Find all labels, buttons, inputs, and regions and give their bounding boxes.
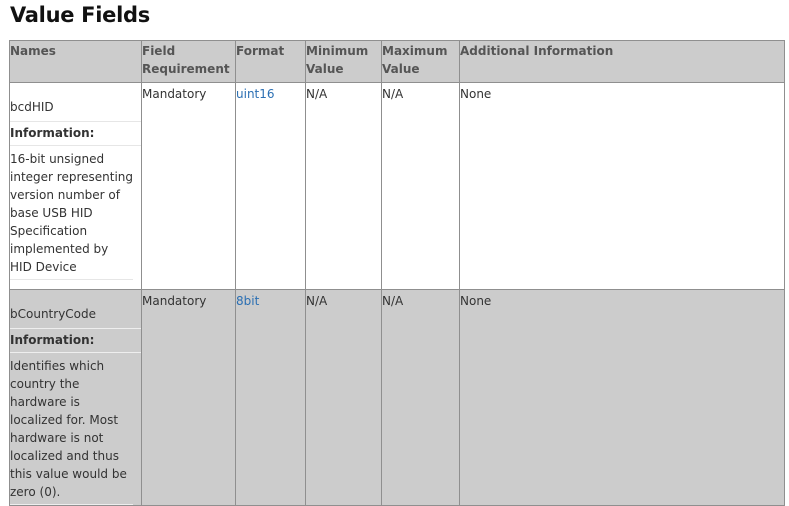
maximum-cell: N/A [381, 289, 460, 506]
value-fields-table: Names Field Requirement Format Minimum V… [9, 40, 785, 506]
table-row: bcdHID Information: 16-bit unsigned inte… [9, 82, 785, 290]
header-maximum-value: Maximum Value [381, 40, 460, 83]
minimum-cell: N/A [305, 289, 382, 506]
page-title: Value Fields [10, 3, 150, 27]
info-label: Information: [10, 328, 141, 353]
additional-cell: None [459, 82, 785, 290]
info-text: 16-bit unsigned integer representing ver… [10, 146, 133, 280]
table-header-row: Names Field Requirement Format Minimum V… [9, 40, 785, 83]
header-minimum-value: Minimum Value [305, 40, 382, 83]
info-text: Identifies which country the hardware is… [10, 353, 133, 505]
format-cell: 8bit [235, 289, 306, 506]
header-format: Format [235, 40, 306, 83]
field-name: bcdHID [10, 100, 54, 114]
header-field-requirement: Field Requirement [141, 40, 236, 83]
name-cell: bCountryCode Information: Identifies whi… [9, 289, 142, 506]
additional-cell: None [459, 289, 785, 506]
format-cell: uint16 [235, 82, 306, 290]
info-label: Information: [10, 121, 141, 146]
header-additional-information: Additional Information [459, 40, 785, 83]
minimum-cell: N/A [305, 82, 382, 290]
table-row: bCountryCode Information: Identifies whi… [9, 289, 785, 506]
maximum-cell: N/A [381, 82, 460, 290]
format-link[interactable]: uint16 [236, 87, 275, 101]
field-name: bCountryCode [10, 307, 97, 321]
header-names: Names [9, 40, 142, 83]
requirement-cell: Mandatory [141, 82, 236, 290]
name-cell: bcdHID Information: 16-bit unsigned inte… [9, 82, 142, 290]
format-link[interactable]: 8bit [236, 294, 259, 308]
requirement-cell: Mandatory [141, 289, 236, 506]
